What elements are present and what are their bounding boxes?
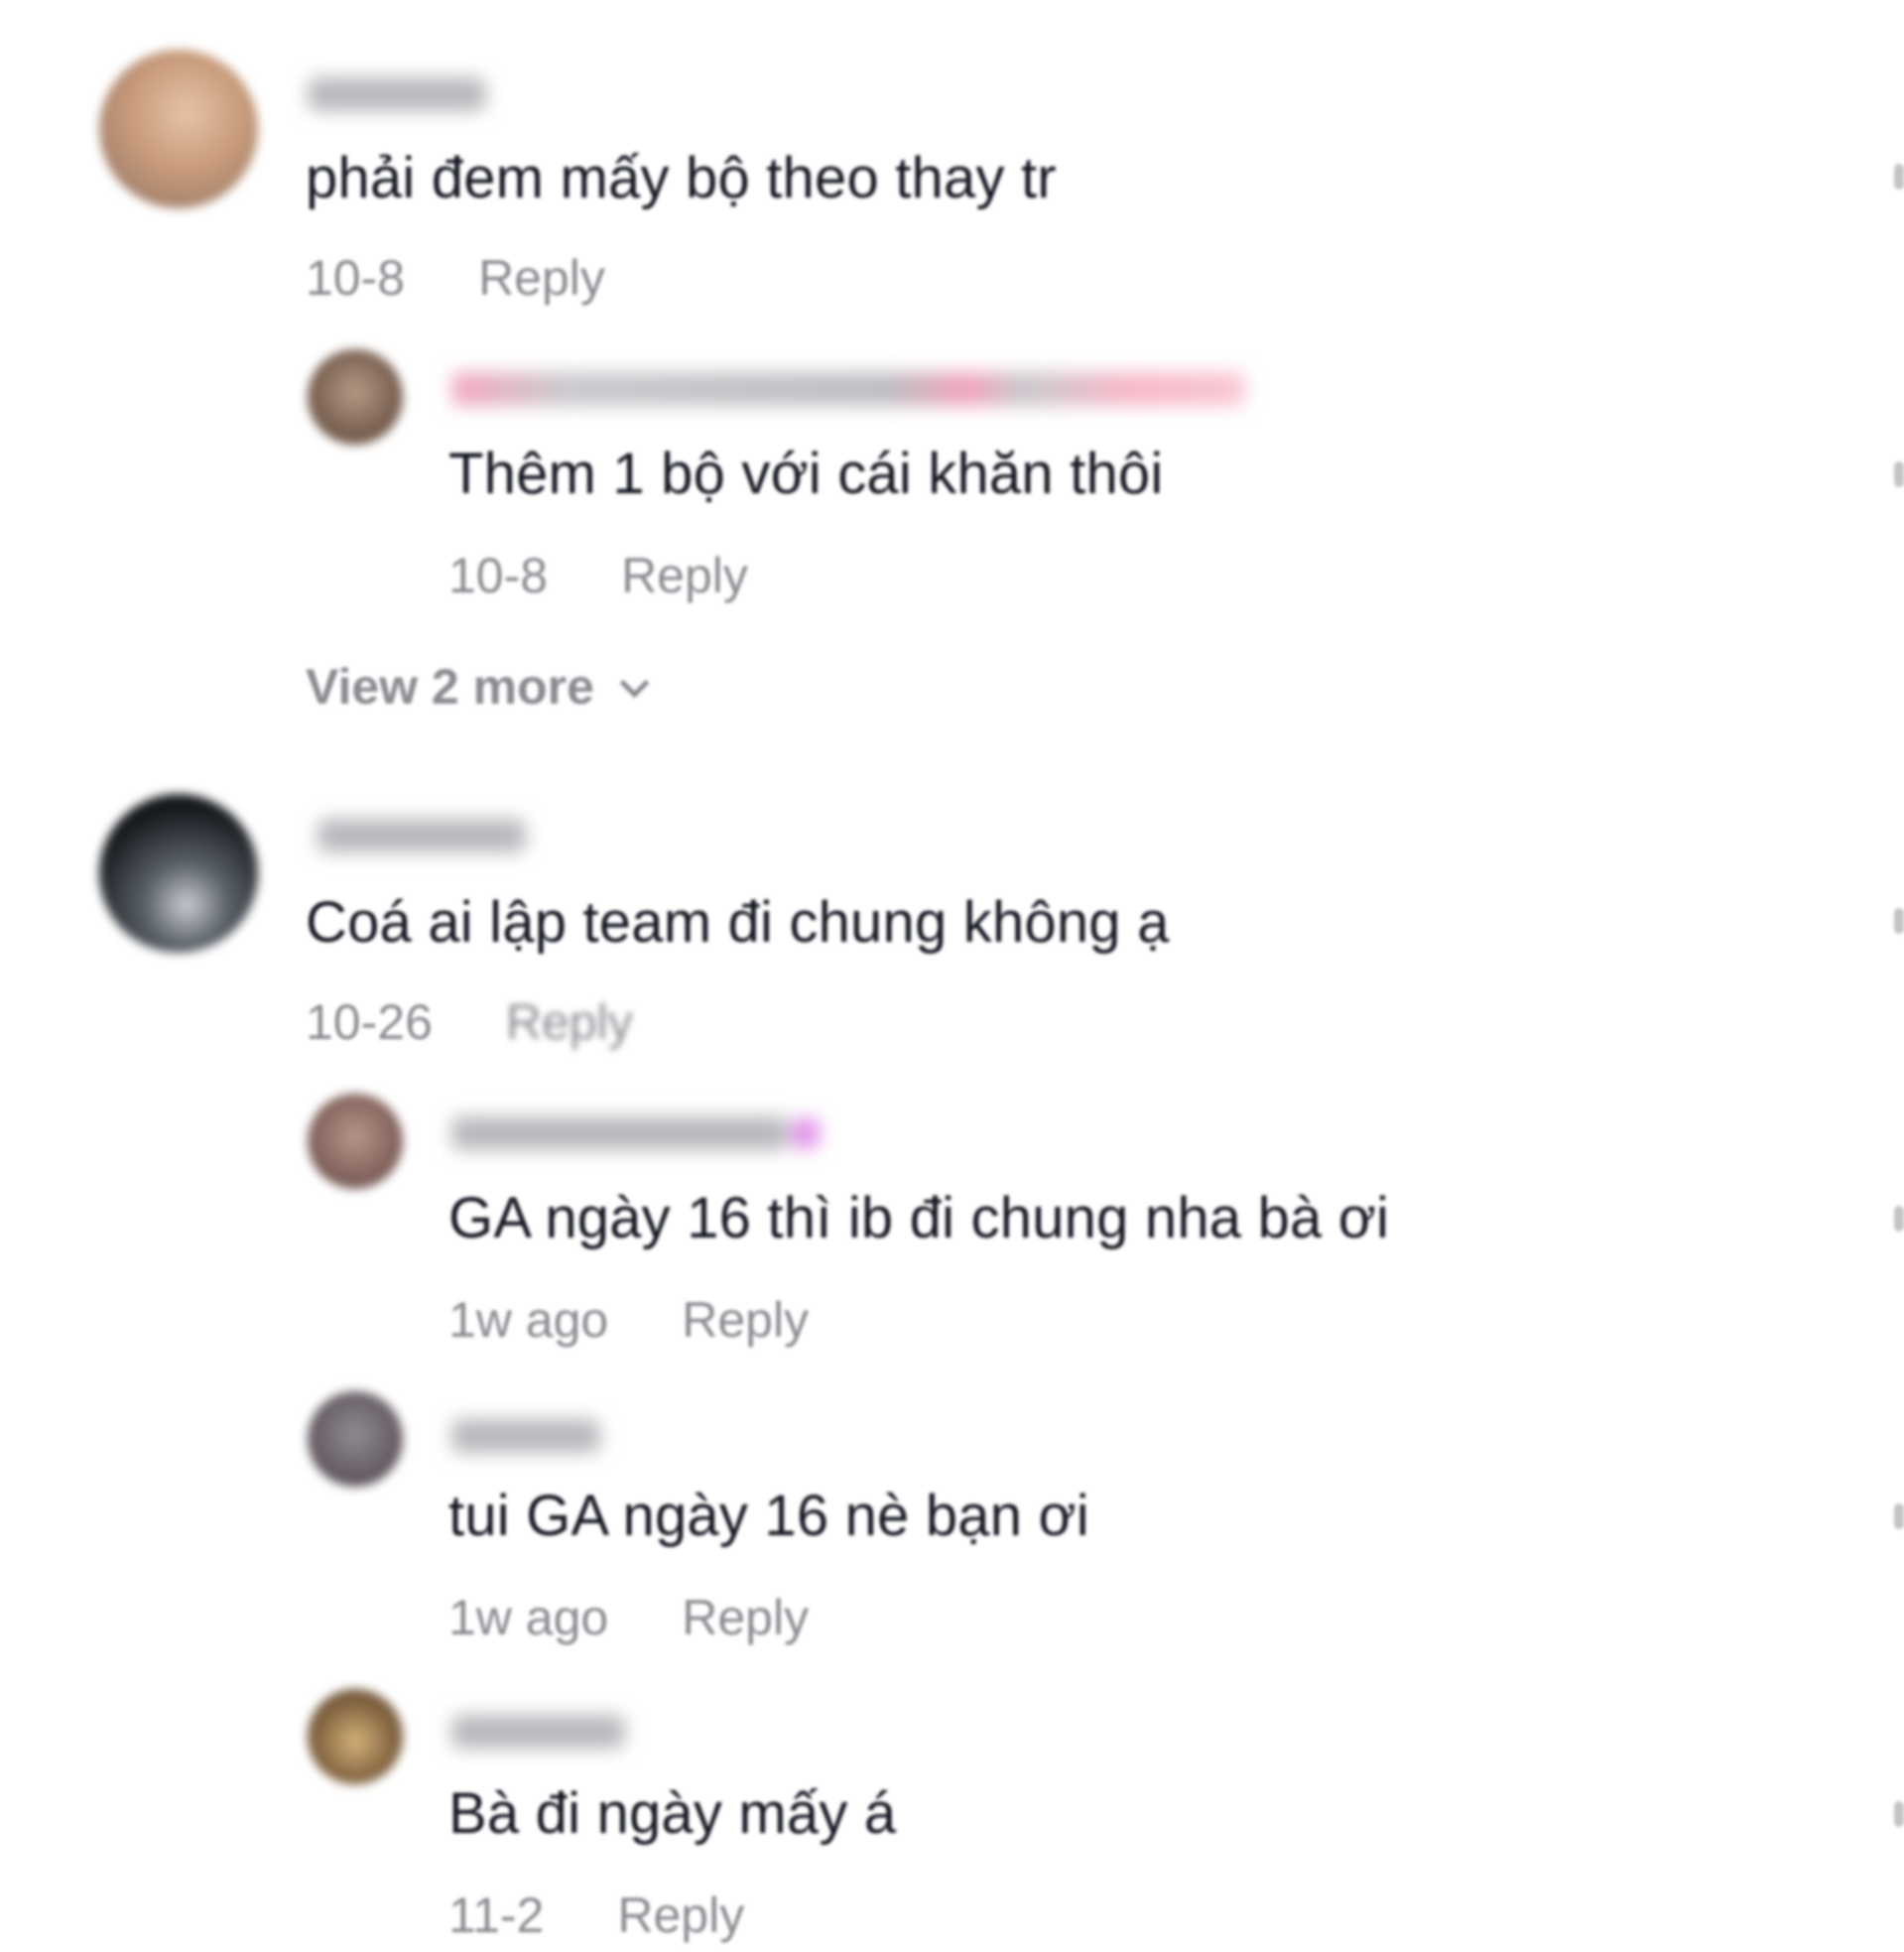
reply-text: Thêm 1 bộ với cái khăn thôi bbox=[448, 442, 1164, 506]
reply-meta: 10-8 Reply bbox=[448, 546, 748, 605]
chevron-down-icon bbox=[619, 668, 650, 699]
reply-date: 11-2 bbox=[448, 1887, 545, 1943]
username-redacted[interactable] bbox=[451, 1715, 625, 1749]
avatar[interactable] bbox=[308, 1094, 403, 1189]
username-redacted[interactable] bbox=[451, 1116, 819, 1150]
reply-button[interactable]: Reply bbox=[682, 1588, 809, 1647]
reply-text: tui GA ngày 16 nè bạn ơi bbox=[448, 1484, 1089, 1548]
reply-meta: 1w ago Reply bbox=[448, 1290, 809, 1350]
reply-meta: 1w ago Reply bbox=[448, 1588, 809, 1647]
username-redacted[interactable] bbox=[317, 819, 526, 852]
reply-date: 10-8 bbox=[448, 548, 549, 603]
comment-date: 10-8 bbox=[306, 250, 406, 306]
avatar[interactable] bbox=[99, 794, 258, 953]
comment-date: 10-26 bbox=[306, 994, 433, 1050]
avatar[interactable] bbox=[308, 1689, 403, 1784]
reply-meta: 11-2 Reply bbox=[448, 1886, 744, 1945]
reply-button[interactable]: Reply bbox=[617, 1886, 744, 1945]
username-redacted[interactable] bbox=[451, 1419, 600, 1453]
more-options-icon[interactable] bbox=[1894, 461, 1904, 487]
more-options-icon[interactable] bbox=[1894, 1206, 1904, 1232]
reply-button[interactable]: Reply bbox=[478, 248, 605, 308]
view-more-label: View 2 more bbox=[306, 659, 594, 715]
avatar[interactable] bbox=[99, 50, 258, 208]
emoji-badge-icon bbox=[793, 1118, 819, 1148]
more-options-icon[interactable] bbox=[1894, 164, 1904, 190]
comment-meta: 10-8 Reply bbox=[306, 248, 605, 308]
avatar[interactable] bbox=[308, 349, 403, 445]
view-more-replies-button[interactable]: View 2 more bbox=[306, 657, 650, 716]
comment-text: phải đem mấy bộ theo thay tr bbox=[306, 146, 1057, 210]
more-options-icon[interactable] bbox=[1894, 908, 1904, 934]
reply-date: 1w ago bbox=[448, 1292, 609, 1348]
reply-text: Bà đi ngày mấy á bbox=[448, 1781, 897, 1846]
username-redacted[interactable] bbox=[308, 77, 486, 111]
comment-meta: 10-26 Reply bbox=[306, 992, 633, 1052]
reply-text: GA ngày 16 thì ib đi chung nha bà ơi bbox=[448, 1186, 1390, 1250]
reply-button[interactable]: Reply bbox=[682, 1290, 809, 1350]
reply-date: 1w ago bbox=[448, 1590, 609, 1645]
more-options-icon[interactable] bbox=[1894, 1801, 1904, 1827]
username-redacted[interactable] bbox=[451, 372, 1245, 406]
reply-button[interactable]: Reply bbox=[621, 546, 748, 605]
reply-button[interactable]: Reply bbox=[506, 992, 633, 1052]
comment-text: Coá ai lập team đi chung không ạ bbox=[306, 890, 1170, 955]
avatar[interactable] bbox=[308, 1391, 403, 1487]
more-options-icon[interactable] bbox=[1894, 1503, 1904, 1529]
